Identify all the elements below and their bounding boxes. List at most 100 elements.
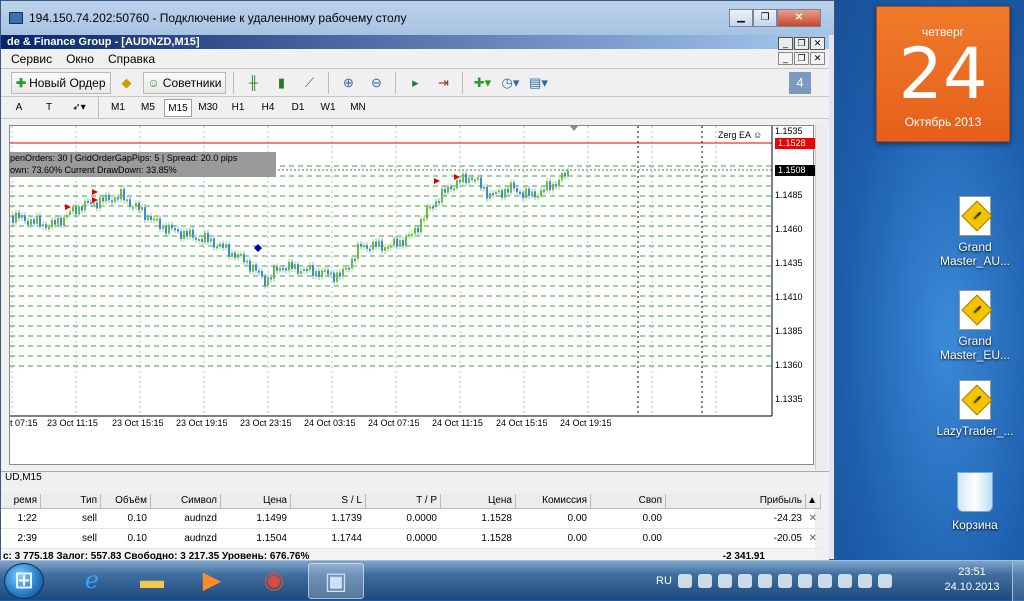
templates-icon[interactable]: ▤▾: [526, 72, 550, 94]
desktop-icon-recycle-bin[interactable]: Корзина: [930, 472, 1020, 532]
time-tick: t 07:15: [10, 418, 38, 428]
chart-tab[interactable]: UD,M15: [5, 472, 42, 483]
menu-help[interactable]: Справка: [108, 52, 155, 66]
timeframe-h4[interactable]: H4: [254, 99, 282, 117]
media-player-icon[interactable]: ▶: [184, 563, 240, 599]
tray-icon-2[interactable]: [697, 574, 712, 588]
close-order-icon[interactable]: ✕: [806, 529, 821, 549]
chart-vertical-scrollbar[interactable]: [815, 125, 827, 470]
sell-arrow-marker: [92, 189, 98, 195]
table-row[interactable]: 1:22 sell 0.10 audnzd 1.1499 1.1739 0.00…: [1, 509, 821, 529]
sort-arrow-icon[interactable]: ▲: [806, 494, 821, 509]
line-chart-icon[interactable]: ⟋: [297, 72, 321, 94]
col-open-price[interactable]: Цена: [221, 494, 291, 509]
internet-explorer-icon[interactable]: ℯ: [64, 563, 120, 599]
col-volume[interactable]: Объём: [101, 494, 151, 509]
text-tool-icon[interactable]: A: [5, 99, 33, 117]
chrome-icon[interactable]: ◉: [246, 563, 302, 599]
action-center-flag-icon[interactable]: [737, 574, 752, 588]
tray-icon-1[interactable]: [677, 574, 692, 588]
label-tool-icon[interactable]: T: [35, 99, 63, 117]
ea-label: Zerg EA ☺: [718, 130, 763, 140]
table-row[interactable]: 2:39 sell 0.10 audnzd 1.1504 1.1744 0.00…: [1, 529, 821, 549]
main-toolbar: ✚ Новый Ордер ◆ ☺ Советники ╫ ▮ ⟋ ⊕ ⊖ ▸ …: [1, 69, 829, 97]
menu-window[interactable]: Окно: [66, 52, 94, 66]
col-symbol[interactable]: Символ: [151, 494, 221, 509]
terminal-badge-icon[interactable]: 4: [789, 71, 811, 94]
child-restore-button[interactable]: ❐: [794, 52, 809, 65]
minimize-button[interactable]: ▁: [729, 9, 753, 27]
col-tp[interactable]: T / P: [366, 494, 441, 509]
chart-tabs: UD,M15: [1, 471, 829, 487]
clock-time: 23:51: [958, 566, 986, 578]
close-button[interactable]: ✕: [777, 9, 821, 27]
explorer-folder-icon[interactable]: ▬: [124, 563, 180, 599]
price-line-label-red: 1.1528: [775, 138, 815, 149]
mt4-title-bar[interactable]: de & Finance Group - [AUDNZD,M15] _ ❐ ✕: [1, 35, 829, 50]
rdp-app-icon: [9, 12, 23, 24]
network-icon[interactable]: [857, 574, 872, 588]
desktop-icon-grand-master-eu[interactable]: Grand Master_EU...: [930, 290, 1020, 362]
arrows-tool-icon[interactable]: ➶▾: [65, 99, 93, 117]
rdp-title-bar[interactable]: 194.150.74.202:50760 - Подключение к уда…: [1, 1, 834, 35]
time-tick: 23 Oct 11:15: [47, 418, 98, 428]
alert-icon[interactable]: ◆: [115, 72, 139, 94]
tray-icon-6[interactable]: [777, 574, 792, 588]
power-icon[interactable]: [817, 574, 832, 588]
autoscroll-icon[interactable]: ▸: [403, 72, 427, 94]
show-desktop-button[interactable]: [1012, 561, 1024, 601]
timeframe-w1[interactable]: W1: [314, 99, 342, 117]
timeframe-d1[interactable]: D1: [284, 99, 312, 117]
timeframe-m30[interactable]: M30: [194, 99, 222, 117]
timeframe-h1[interactable]: H1: [224, 99, 252, 117]
time-tick: 24 Oct 11:15: [432, 418, 483, 428]
timeframe-toolbar: A T ➶▾ M1 M5 M15 M30 H1 H4 D1 W1 MN: [1, 96, 829, 119]
periods-clock-icon[interactable]: ◷▾: [498, 72, 522, 94]
ea-info-line-1: penOrders: 30 | GridOrderGapPips: 5 | Sp…: [10, 153, 238, 163]
col-profit[interactable]: Прибыль: [666, 494, 806, 509]
restore-button[interactable]: ❐: [753, 9, 777, 27]
timeframe-m5[interactable]: M5: [134, 99, 162, 117]
chart-shift-icon[interactable]: ⇥: [431, 72, 455, 94]
col-price[interactable]: Цена: [441, 494, 516, 509]
volume-icon[interactable]: [837, 574, 852, 588]
clock[interactable]: 23:51 24.10.2013: [940, 565, 1004, 595]
zoom-out-icon[interactable]: ⊖: [364, 72, 388, 94]
ea-info-panel: penOrders: 30 | GridOrderGapPips: 5 | Sp…: [10, 152, 276, 177]
desktop-icon-grand-master-au[interactable]: Grand Master_AU...: [930, 196, 1020, 268]
menu-service[interactable]: Сервис: [11, 52, 52, 66]
start-button[interactable]: [4, 563, 44, 599]
tray-icon-11[interactable]: [877, 574, 892, 588]
mt4-terminal: de & Finance Group - [AUDNZD,M15] _ ❐ ✕ …: [1, 35, 829, 584]
col-swap[interactable]: Своп: [591, 494, 666, 509]
zoom-in-icon[interactable]: ⊕: [336, 72, 360, 94]
indicators-icon[interactable]: ✚▾: [470, 72, 494, 94]
rdp-taskbar-icon[interactable]: ▣: [308, 563, 364, 599]
col-sl[interactable]: S / L: [291, 494, 366, 509]
price-chart[interactable]: penOrders: 30 | GridOrderGapPips: 5 | Sp…: [9, 125, 815, 465]
close-order-icon[interactable]: ✕: [806, 509, 821, 529]
orders-terminal: ремя Тип Объём Символ Цена S / L T / P Ц…: [1, 494, 821, 565]
child-minimize-button[interactable]: _: [778, 52, 793, 65]
language-indicator[interactable]: RU: [656, 575, 672, 587]
col-commission[interactable]: Комиссия: [516, 494, 591, 509]
bar-chart-icon[interactable]: ╫: [241, 72, 265, 94]
child-close-button[interactable]: ✕: [810, 52, 825, 65]
tray-icon-5[interactable]: [757, 574, 772, 588]
rdp-title: 194.150.74.202:50760 - Подключение к уда…: [29, 11, 407, 25]
desktop-icon-lazytrader[interactable]: LazyTrader_...: [930, 380, 1020, 438]
col-type[interactable]: Тип: [41, 494, 101, 509]
current-price-label: 1.1508: [775, 165, 815, 176]
new-order-button[interactable]: ✚ Новый Ордер: [11, 71, 111, 94]
recycle-bin-icon: [957, 472, 993, 512]
timeframe-mn[interactable]: MN: [344, 99, 372, 117]
timeframe-m1[interactable]: M1: [104, 99, 132, 117]
tray-icon-3[interactable]: [717, 574, 732, 588]
calendar-gadget[interactable]: четверг 24 Октябрь 2013: [876, 6, 1010, 142]
tray-icon-7[interactable]: [797, 574, 812, 588]
timeframe-m15[interactable]: M15: [164, 98, 192, 117]
expert-advisors-button[interactable]: ☺ Советники: [142, 71, 227, 94]
col-time[interactable]: ремя: [1, 494, 41, 509]
candlestick-icon[interactable]: ▮: [269, 72, 293, 94]
time-tick: 23 Oct 15:15: [112, 418, 164, 428]
